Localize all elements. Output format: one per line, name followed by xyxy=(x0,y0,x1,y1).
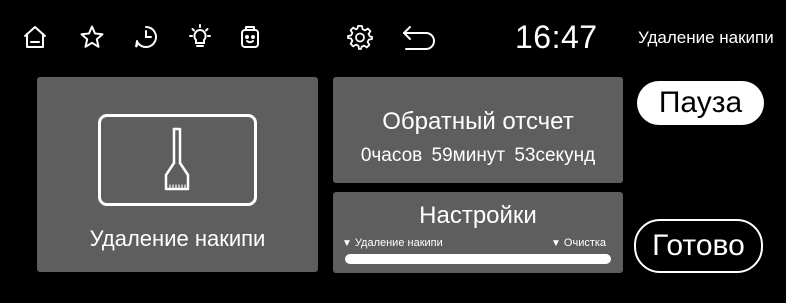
step-cleaning-label: Очистка xyxy=(563,237,607,249)
countdown-minutes: 59минут xyxy=(431,145,506,166)
triangle-down-icon: ▼ xyxy=(551,238,561,249)
countdown-hours: 0часов xyxy=(360,145,423,166)
home-icon[interactable] xyxy=(22,24,48,50)
settings-title: Настройки xyxy=(419,202,537,229)
step-descaling-label: Удаление накипи xyxy=(354,237,443,249)
step-descaling: ▼ Удаление накипи xyxy=(342,236,443,251)
descaling-brush-icon xyxy=(164,127,190,191)
clock-icon[interactable] xyxy=(133,24,159,50)
pause-button[interactable]: Пауза xyxy=(637,81,764,125)
screen: 16:47 Удаление накипи Удаление накипи Об… xyxy=(0,0,786,303)
gear-icon[interactable] xyxy=(347,24,373,50)
countdown-time: 0часов 59минут 53секунд xyxy=(333,145,623,167)
mode-title: Удаление накипи xyxy=(638,28,774,47)
countdown-panel: Обратный отсчет 0часов 59минут 53секунд xyxy=(333,77,623,183)
step-cleaning: ▼ Очистка xyxy=(551,236,606,251)
program-label: Удаление накипи xyxy=(89,226,266,251)
done-button[interactable]: Готово xyxy=(634,219,763,273)
progress-bar xyxy=(345,254,611,264)
countdown-title: Обратный отсчет xyxy=(382,108,574,135)
clock-display: 16:47 xyxy=(515,19,598,55)
back-arrow-icon[interactable] xyxy=(402,24,438,50)
settings-panel[interactable]: Настройки ▼ Удаление накипи ▼ Очистка xyxy=(333,192,623,273)
countdown-seconds: 53секунд xyxy=(514,145,596,166)
light-bulb-icon[interactable] xyxy=(187,24,213,50)
triangle-down-icon: ▼ xyxy=(342,238,352,249)
program-icon-frame xyxy=(98,114,257,206)
top-bar: 16:47 Удаление накипи xyxy=(0,0,786,70)
star-icon[interactable] xyxy=(79,24,105,50)
program-panel[interactable]: Удаление накипи xyxy=(37,77,318,272)
appliance-icon[interactable] xyxy=(237,24,263,50)
